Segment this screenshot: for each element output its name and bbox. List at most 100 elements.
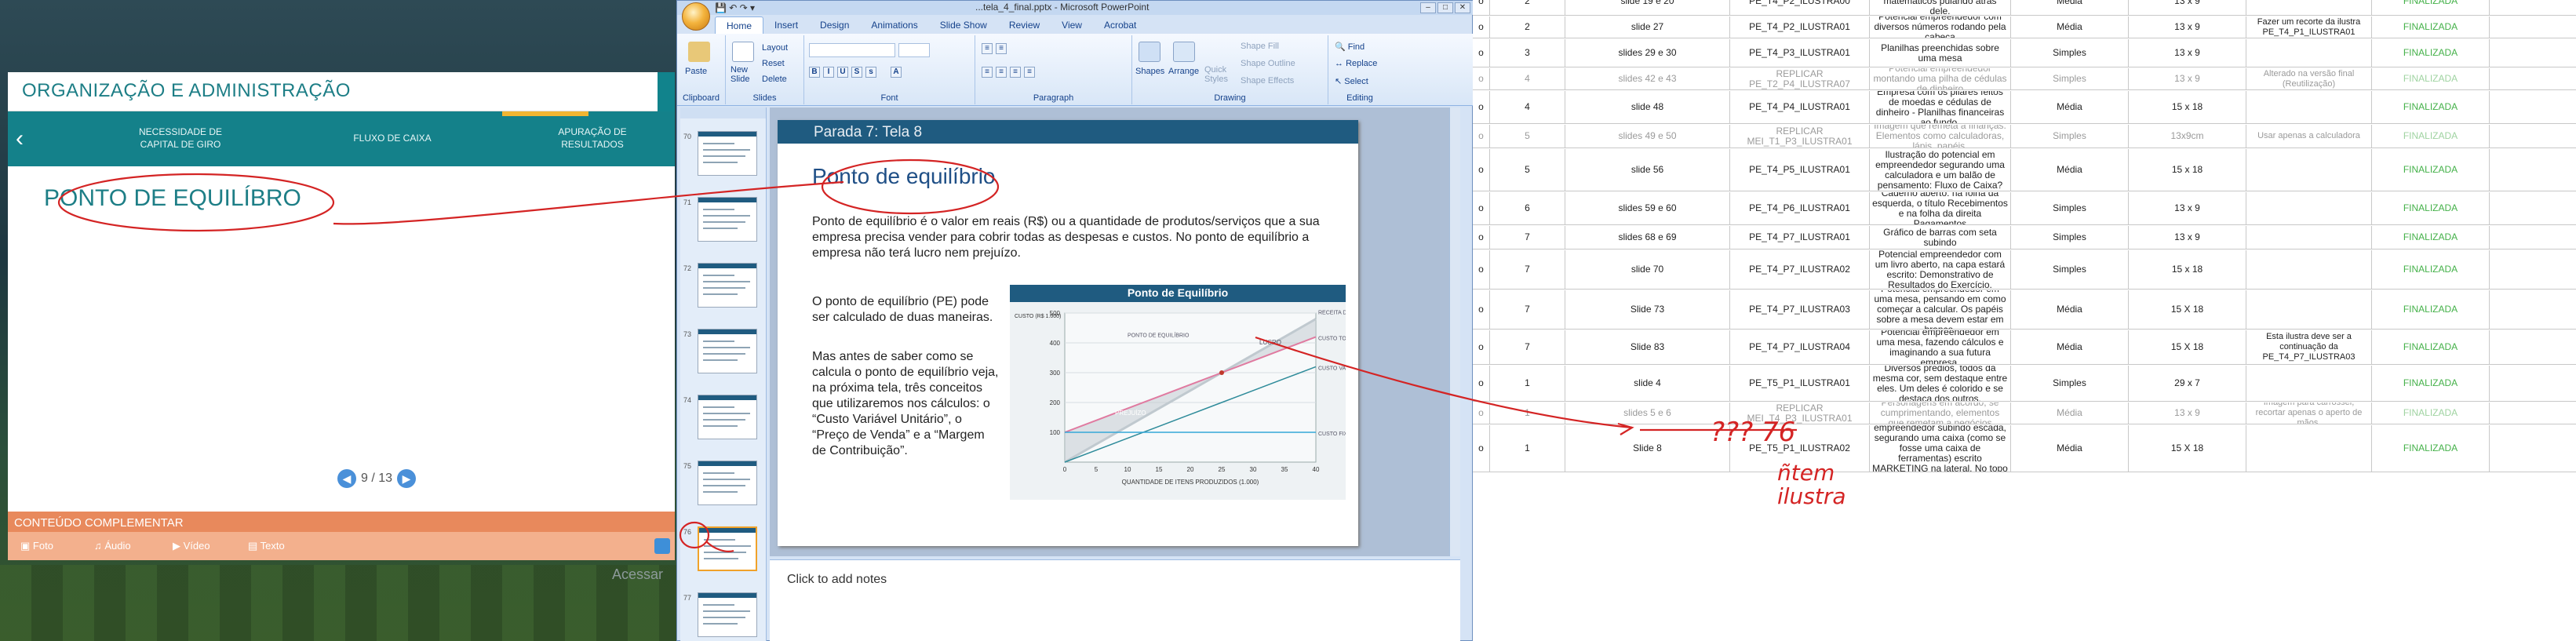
table-cell-d[interactable]: PE_T4_P3_ILUSTRA01 [1730,39,1870,67]
table-cell-h[interactable] [2246,39,2372,67]
tab-view[interactable]: View [1051,16,1093,34]
font-color-icon[interactable]: A [891,67,902,78]
tab-review[interactable]: Review [998,16,1051,34]
table-cell-e[interactable]: Potencial empreendedor com diversos núme… [1870,16,2011,38]
shape-fill-button[interactable]: Shape Fill [1241,42,1279,51]
table-cell-a[interactable]: o [1473,0,1490,15]
table-cell-f[interactable]: Simples [2011,68,2129,89]
table-cell-f[interactable]: Simples [2011,226,2129,249]
table-cell-d[interactable]: PE_T4_P2_ILUSTRA01 [1730,16,1870,38]
table-cell-b[interactable]: 1 [1490,366,1565,401]
nav-tab-fluxo-de-caixa[interactable]: FLUXO DE CAIXA [337,132,447,144]
table-row[interactable]: o 1 slide 4 PE_T5_P1_ILUSTRA01 Diversos préd… [1473,366,2576,402]
table-cell-h[interactable] [2246,366,2372,401]
table-cell-i[interactable]: FINALIZADA [2372,250,2490,289]
table-cell-e[interactable]: Potencial empreendedor em uma mesa, faze… [1870,330,2011,364]
table-cell-c[interactable]: slide 19 e 20 [1565,0,1730,15]
close-button[interactable]: ✕ [1455,2,1470,13]
table-cell-g[interactable]: 15 x 18 [2129,250,2246,289]
table-cell-i[interactable]: FINALIZADA [2372,330,2490,364]
text-icon[interactable]: ▤ Texto [248,540,285,552]
table-cell-c[interactable]: slides 42 e 43 [1565,68,1730,89]
align-right-icon[interactable]: ≡ [1010,67,1021,78]
quick-styles-button[interactable]: Quick Styles [1204,65,1228,84]
table-cell-h[interactable]: Fazer um recorte da ilustra PE_T4_P1_ILU… [2246,16,2372,38]
align-left-icon[interactable]: ≡ [982,67,993,78]
access-label[interactable]: Acessar [612,566,663,583]
next-page-button[interactable]: ▶ [397,469,417,488]
photo-icon[interactable]: ▣ Foto [20,540,53,552]
font-size-box[interactable] [898,43,930,57]
nav-tab-apuracao-resultados[interactable]: APURAÇÃO DE RESULTADOS [549,126,636,151]
table-cell-g[interactable]: 15 X 18 [2129,425,2246,472]
new-slide-icon[interactable] [732,42,754,62]
delete-button[interactable]: Delete [762,75,787,84]
table-row[interactable]: o 5 slides 49 e 50 REPLICAR MEI_T1_P3_ILUST… [1473,125,2576,148]
table-cell-a[interactable]: o [1473,402,1490,424]
table-row[interactable]: o 6 slides 59 e 60 PE_T4_P6_ILUSTRA01 Cadern… [1473,192,2576,225]
table-cell-e[interactable]: Personagens em acordo, se cumprimentando… [1870,402,2011,424]
bullets-icon[interactable]: ≡ [982,43,993,54]
strikethrough-icon[interactable]: S [851,67,862,78]
course-side-button[interactable] [658,72,675,111]
numbering-icon[interactable]: ≡ [996,43,1007,54]
nav-tab-capital-de-giro[interactable]: NECESSIDADE DE CAPITAL DE GIRO [126,126,235,151]
office-button[interactable] [682,2,710,31]
table-cell-g[interactable]: 13x9cm [2129,125,2246,148]
find-label[interactable]: Find [1348,42,1365,52]
twitter-icon[interactable] [654,538,670,554]
tab-animations[interactable]: Animations [860,16,928,34]
italic-icon[interactable]: I [823,67,834,78]
tab-slide-show[interactable]: Slide Show [929,16,998,34]
tab-audio[interactable]: Áudio [104,540,130,552]
shadow-icon[interactable]: s [865,67,876,78]
tab-insert[interactable]: Insert [763,16,809,34]
table-cell-e[interactable]: Potencial empreendedor montando uma pilh… [1870,68,2011,89]
table-cell-i[interactable]: FINALIZADA [2372,402,2490,424]
table-cell-g[interactable]: 13 x 9 [2129,402,2246,424]
table-cell-h[interactable] [2246,149,2372,191]
table-cell-b[interactable]: 4 [1490,68,1565,89]
table-row[interactable]: o 7 slide 70 PE_T4_P7_ILUSTRA02 Potencial em… [1473,250,2576,290]
table-cell-a[interactable]: o [1473,68,1490,89]
notes-pane[interactable]: Click to add notes [770,559,1460,641]
table-row[interactable]: o2slide 19 e 20PE_T4_P2_ILUSTRA00números… [1473,0,2576,16]
table-cell-i[interactable]: FINALIZADA [2372,192,2490,224]
table-cell-e[interactable]: Caderno aberto: na folha da esquerda, o … [1870,192,2011,224]
slide-thumbnail[interactable] [698,461,757,505]
arrange-button[interactable]: Arrange [1168,67,1199,76]
shapes-icon[interactable] [1139,42,1160,62]
slide-thumbnail[interactable] [698,592,757,637]
table-row[interactable]: o7Slide 73PE_T4_P7_ILUSTRA03Potencial em… [1473,290,2576,330]
align-center-icon[interactable]: ≡ [996,67,1007,78]
slide-thumbnail[interactable] [698,131,757,176]
table-cell-f[interactable]: Média [2011,402,2129,424]
table-cell-f[interactable]: Média [2011,290,2129,329]
table-cell-d[interactable]: REPLICAR MEI_T1_P3_ILUSTRA01 [1730,125,1870,148]
table-cell-d[interactable]: PE_T5_P1_ILUSTRA02 [1730,425,1870,472]
slide-thumbnail[interactable] [698,263,757,308]
table-cell-b[interactable]: 1 [1490,402,1565,424]
table-cell-c[interactable]: slide 70 [1565,250,1730,289]
slide-paragraph-2[interactable]: O ponto de equilíbrio (PE) pode ser calc… [812,294,1000,326]
table-cell-b[interactable]: 4 [1490,91,1565,123]
table-cell-h[interactable] [2246,0,2372,15]
table-cell-e[interactable]: Diversos prédios, todos da mesma cor, se… [1870,366,2011,401]
minimize-button[interactable]: – [1420,2,1436,13]
table-cell-b[interactable]: 5 [1490,125,1565,148]
notes-placeholder[interactable]: Click to add notes [787,573,887,587]
table-cell-i[interactable]: FINALIZADA [2372,366,2490,401]
table-cell-b[interactable]: 3 [1490,39,1565,67]
chevron-left-icon[interactable]: ‹ [16,126,24,152]
table-cell-h[interactable]: Usar apenas a calculadora [2246,125,2372,148]
table-cell-b[interactable]: 7 [1490,330,1565,364]
table-row[interactable]: o 4 slides 42 e 43 REPLICAR PE_T2_P4_ILUSTR… [1473,68,2576,90]
table-cell-c[interactable]: slides 59 e 60 [1565,192,1730,224]
justify-icon[interactable]: ≡ [1024,67,1035,78]
table-cell-d[interactable]: PE_T4_P7_ILUSTRA03 [1730,290,1870,329]
table-cell-h[interactable]: Alterado na versão final (Reutilização) [2246,68,2372,89]
table-cell-g[interactable]: 15 X 18 [2129,290,2246,329]
table-cell-b[interactable]: 2 [1490,0,1565,15]
table-cell-c[interactable]: slide 48 [1565,91,1730,123]
new-slide-button[interactable]: New Slide [731,65,749,84]
